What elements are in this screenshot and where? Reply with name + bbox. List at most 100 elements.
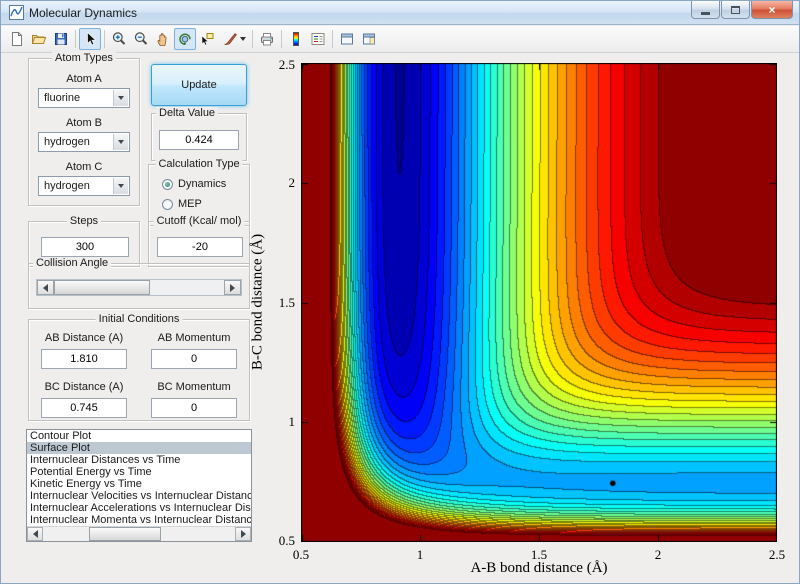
minimize-button[interactable] — [691, 1, 720, 19]
initial-conditions-panel: Initial Conditions AB Distance (A) AB Mo… — [28, 313, 250, 421]
contour-plot-canvas[interactable] — [301, 63, 777, 542]
hide-plot-tools-icon — [341, 33, 353, 45]
arrow-left-icon — [32, 530, 38, 538]
radio-button-icon[interactable] — [162, 198, 173, 210]
arrow-left-icon — [43, 283, 48, 292]
x-axis-label: A-B bond distance (Å) — [470, 560, 608, 576]
arrow-right-icon — [240, 530, 246, 538]
data-cursor-button[interactable] — [196, 28, 218, 50]
scroll-right-arrow[interactable] — [235, 527, 251, 541]
listbox-horizontal-scrollbar[interactable] — [27, 526, 251, 541]
collision-angle-panel: Collision Angle — [28, 257, 250, 309]
save-file-icon — [55, 33, 67, 45]
radio-button-icon[interactable] — [162, 178, 173, 190]
chevron-down-icon[interactable] — [113, 90, 128, 106]
radio-mep[interactable]: MEP — [162, 198, 249, 210]
atom-b-label: Atom B — [65, 117, 103, 129]
toolbar-separator — [332, 30, 333, 48]
slider-thumb[interactable] — [54, 280, 150, 295]
app-icon — [9, 5, 24, 20]
open-file-button[interactable] — [28, 28, 50, 50]
save-file-button[interactable] — [50, 28, 72, 50]
bc-momentum-field[interactable] — [151, 397, 237, 418]
atom-c-label: Atom C — [65, 161, 103, 173]
list-item[interactable]: Internuclear Distances vs Time — [27, 454, 251, 466]
scroll-left-arrow[interactable] — [27, 527, 43, 541]
x-tick-label: 2.5 — [768, 547, 786, 562]
atom-types-panel: Atom Types Atom A fluorine Atom B hydrog… — [28, 52, 140, 206]
toolbar-separator — [104, 30, 105, 48]
insert-colorbar-button[interactable] — [285, 28, 307, 50]
steps-field[interactable] — [41, 237, 129, 257]
zoom-in-button[interactable] — [108, 28, 130, 50]
delta-value-panel: Delta Value — [151, 107, 247, 161]
list-item[interactable]: Internuclear Velocities vs Internuclear … — [27, 490, 251, 502]
plot-type-listbox[interactable]: Contour Plot Surface Plot Internuclear D… — [26, 429, 252, 542]
atom-b-dropdown[interactable]: hydrogen — [38, 132, 130, 152]
atom-b-value: hydrogen — [44, 136, 90, 148]
scrollbar-thumb[interactable] — [89, 527, 161, 541]
show-plot-tools-button[interactable] — [358, 28, 380, 50]
data-cursor-icon — [201, 33, 214, 46]
atom-types-title: Atom Types — [52, 52, 116, 65]
radio-dynamics-label: Dynamics — [178, 178, 227, 190]
atom-c-value: hydrogen — [44, 180, 90, 192]
list-item[interactable]: Internuclear Accelerations vs Internucle… — [27, 502, 251, 514]
steps-title: Steps — [66, 215, 102, 228]
app-window: Molecular Dynamics × Atom Types Atom A f… — [0, 0, 800, 584]
legend-icon — [311, 33, 325, 45]
bc-distance-label: BC Distance (A) — [44, 380, 124, 393]
print-figure-button[interactable] — [256, 28, 278, 50]
ab-momentum-field[interactable] — [151, 349, 237, 370]
zoom-in-icon — [112, 32, 126, 45]
calculation-type-title: Calculation Type — [155, 158, 243, 171]
list-item[interactable]: Potential Energy vs Time — [27, 466, 251, 478]
new-file-button[interactable] — [6, 28, 28, 50]
x-tick-label: 0.5 — [292, 547, 310, 562]
brush-data-button[interactable] — [218, 28, 249, 50]
list-item[interactable]: Contour Plot — [27, 430, 251, 442]
ab-distance-field[interactable] — [41, 349, 127, 370]
colorbar-icon — [293, 32, 299, 46]
close-icon: × — [768, 2, 776, 17]
zoom-out-button[interactable] — [130, 28, 152, 50]
x-tick-label: 1 — [416, 547, 424, 562]
toolbar-separator — [75, 30, 76, 48]
cutoff-panel: Cutoff (Kcal/ mol) — [148, 215, 250, 267]
chevron-down-icon[interactable] — [113, 134, 128, 150]
insert-legend-button[interactable] — [307, 28, 329, 50]
pan-hand-icon — [157, 33, 167, 46]
atom-a-value: fluorine — [44, 92, 81, 104]
x-tick-label: 2 — [654, 547, 662, 562]
pointer-icon — [87, 31, 97, 46]
radio-dynamics[interactable]: Dynamics — [162, 178, 249, 190]
brush-icon — [223, 33, 237, 45]
figure-toolbar — [1, 26, 799, 53]
cutoff-title: Cutoff (Kcal/ mol) — [153, 215, 245, 228]
list-item[interactable]: Kinetic Energy vs Time — [27, 478, 251, 490]
cutoff-field[interactable] — [157, 237, 243, 257]
maximize-button[interactable] — [721, 1, 750, 19]
slider-right-arrow[interactable] — [224, 280, 241, 295]
collision-angle-slider[interactable] — [36, 279, 242, 296]
ab-distance-label: AB Distance (A) — [44, 332, 124, 344]
close-button[interactable]: × — [751, 1, 793, 19]
atom-c-dropdown[interactable]: hydrogen — [38, 176, 130, 196]
update-button[interactable]: Update — [151, 64, 247, 106]
edit-plot-pointer-button[interactable] — [79, 28, 101, 50]
brush-dropdown-arrow-icon[interactable] — [239, 37, 246, 41]
list-item-selected[interactable]: Surface Plot — [27, 442, 251, 454]
rotate-3d-icon — [179, 33, 191, 45]
hide-plot-tools-button[interactable] — [336, 28, 358, 50]
delta-value-field[interactable] — [159, 130, 239, 150]
title-bar[interactable]: Molecular Dynamics × — [1, 1, 799, 25]
slider-left-arrow[interactable] — [37, 280, 54, 295]
atom-a-dropdown[interactable]: fluorine — [38, 88, 130, 108]
arrow-right-icon — [230, 283, 235, 292]
toolbar-separator — [281, 30, 282, 48]
bc-distance-field[interactable] — [41, 397, 127, 418]
chevron-down-icon[interactable] — [113, 178, 128, 194]
rotate-3d-button[interactable] — [174, 28, 196, 50]
pan-hand-button[interactable] — [152, 28, 174, 50]
list-item[interactable]: Internuclear Momenta vs Internuclear Dis… — [27, 514, 251, 526]
